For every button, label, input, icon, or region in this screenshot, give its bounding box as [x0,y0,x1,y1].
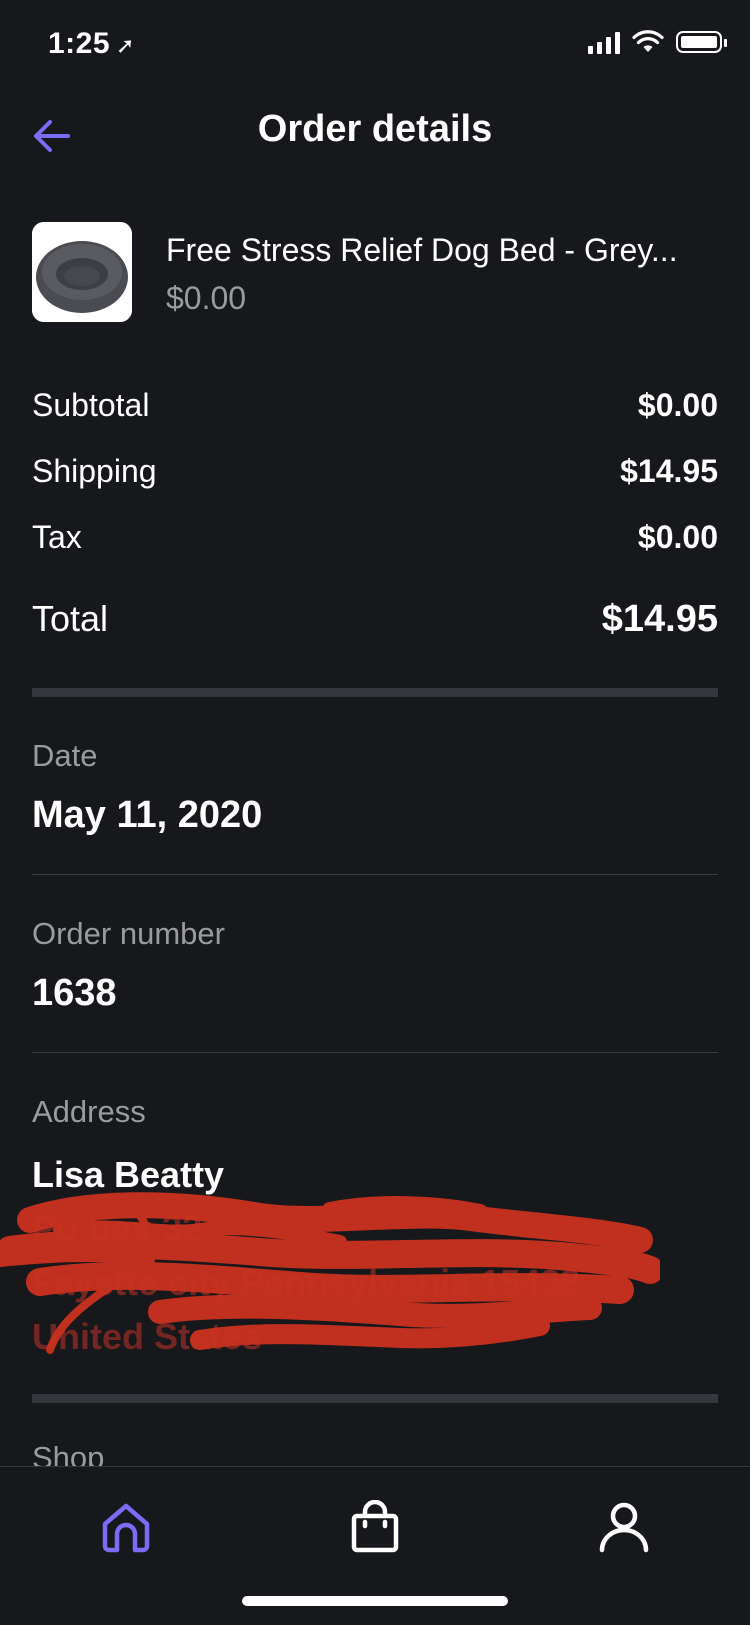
order-number-label: Order number [32,916,225,951]
home-indicator[interactable] [242,1596,508,1606]
clock-text: 1:25 [48,27,111,60]
shipping-value: $14.95 [620,452,718,489]
tax-value: $0.00 [637,518,718,555]
user-icon [599,1502,649,1553]
total-row: Total $14.95 [32,584,718,654]
address-line-2: Fayette city Pennsylvania 15438 [32,1262,581,1303]
shop-label: Shop [32,1440,105,1468]
status-bar: 1:25 ➚ [0,0,750,90]
status-time: 1:25 ➚ [48,27,135,61]
tax-row: Tax $0.00 [32,504,718,570]
battery-icon [676,31,727,53]
shipping-row: Shipping $14.95 [32,438,718,504]
address-name: Lisa Beatty [32,1154,225,1195]
cellular-signal-icon [588,30,620,54]
section-divider [32,1394,718,1403]
nav-bar: Order details [0,90,750,180]
product-price: $0.00 [166,280,247,316]
address-line-1: Po box 32 [32,1208,203,1249]
divider [32,874,718,875]
subtotal-value: $0.00 [637,386,718,423]
home-icon [102,1503,150,1553]
section-divider [32,688,718,697]
date-label: Date [32,738,98,773]
location-arrow-icon: ➚ [116,33,135,58]
product-image [32,222,132,322]
date-value: May 11, 2020 [32,794,263,836]
total-value: $14.95 [601,597,718,640]
divider [32,1052,718,1053]
subtotal-row: Subtotal $0.00 [32,372,718,438]
wifi-icon [632,30,664,52]
subtotal-label: Subtotal [32,386,150,423]
address-block: Lisa Beatty Po box 32 Fayette city Penns… [32,1148,718,1364]
page-title: Order details [257,108,493,150]
order-number-value: 1638 [32,972,117,1014]
product-item[interactable]: Free Stress Relief Dog Bed - Grey... $0.… [32,222,718,322]
status-icons [588,30,727,54]
shipping-label: Shipping [32,452,157,489]
order-summary: Subtotal $0.00 Shipping $14.95 Tax $0.00… [32,372,718,654]
tab-home[interactable] [86,1487,166,1567]
shopping-bag-icon [351,1500,399,1553]
address-country: United States [32,1316,263,1357]
tax-label: Tax [32,518,82,555]
tab-profile[interactable] [584,1487,664,1567]
product-name: Free Stress Relief Dog Bed - Grey... [166,232,678,268]
dog-bed-image [32,222,132,322]
address-label: Address [32,1094,146,1129]
tab-shop[interactable] [335,1487,415,1567]
total-label: Total [32,598,109,639]
